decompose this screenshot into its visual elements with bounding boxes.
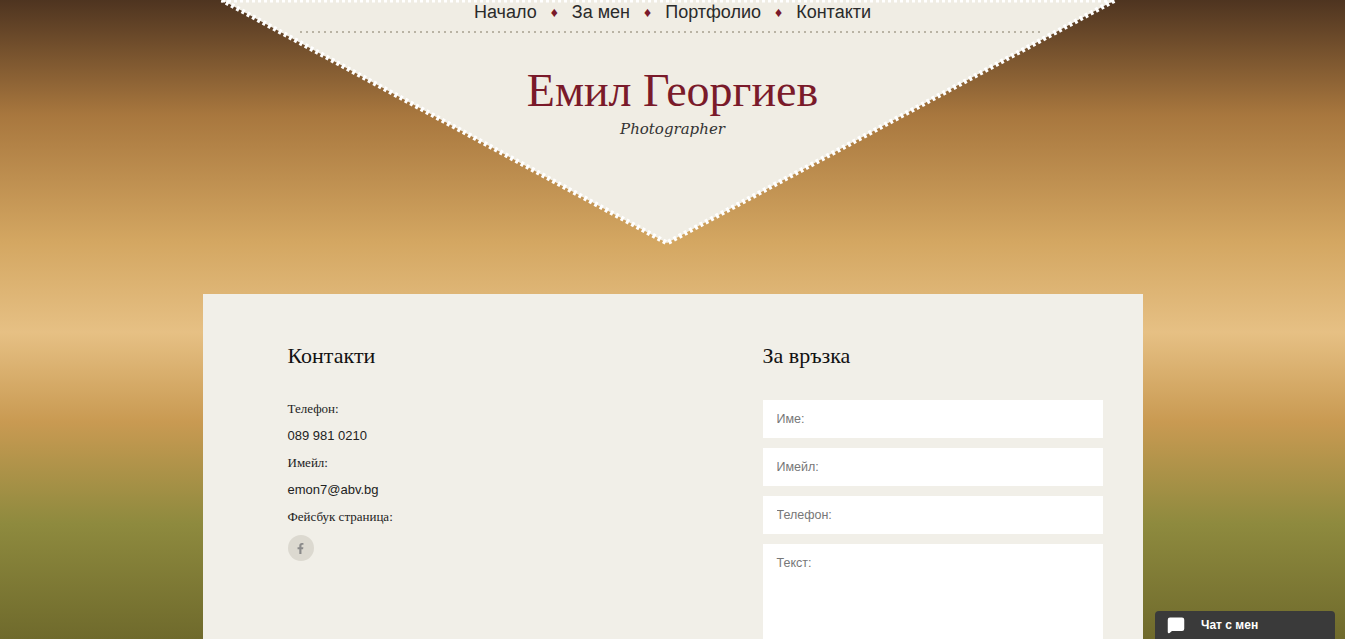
nav-item[interactable]: За мен <box>572 0 630 26</box>
form-input[interactable] <box>763 496 1103 534</box>
form-heading: За връзка <box>763 341 1103 371</box>
content-panel: Контакти Телефон:089 981 0210Имейл:emon7@… <box>203 294 1143 639</box>
form-input[interactable] <box>763 448 1103 486</box>
nav-item[interactable]: Начало <box>474 0 537 26</box>
contact-label: Телефон: <box>288 395 763 422</box>
contact-value[interactable]: 089 981 0210 <box>288 422 763 449</box>
contact-label: Имейл: <box>288 449 763 476</box>
chat-widget[interactable]: Чат с мен <box>1155 611 1335 639</box>
chat-label: Чат с мен <box>1201 616 1258 634</box>
contact-row: Телефон:089 981 0210 <box>288 395 763 449</box>
form-textarea[interactable] <box>763 544 1103 639</box>
nav-separator: ♦ <box>644 2 651 23</box>
facebook-button[interactable] <box>288 535 314 561</box>
header: Начало ♦ За мен ♦ Портфолио ♦ Контакти Емил Гео… <box>0 0 1345 294</box>
facebook-label: Фейсбук страница: <box>288 503 763 530</box>
nav-separator: ♦ <box>775 2 782 23</box>
facebook-icon <box>295 543 306 554</box>
nav-item[interactable]: Контакти <box>796 0 871 26</box>
chat-bubble-icon <box>1167 616 1185 634</box>
contact-value[interactable]: emon7@abv.bg <box>288 476 763 503</box>
main-nav: Начало ♦ За мен ♦ Портфолио ♦ Контакти <box>474 0 871 24</box>
contact-row: Имейл:emon7@abv.bg <box>288 449 763 503</box>
nav-separator: ♦ <box>551 2 558 23</box>
contacts-section: Контакти Телефон:089 981 0210Имейл:emon7@… <box>288 341 763 639</box>
nav-item[interactable]: Портфолио <box>665 0 761 26</box>
site-subtitle: Photographer <box>620 118 725 140</box>
site-title: Емил Георгиев <box>527 64 818 118</box>
page: Начало ♦ За мен ♦ Портфолио ♦ Контакти Емил Гео… <box>0 0 1345 639</box>
contacts-heading: Контакти <box>288 341 763 371</box>
contact-form: За връзка <box>763 341 1103 639</box>
form-input[interactable] <box>763 400 1103 438</box>
